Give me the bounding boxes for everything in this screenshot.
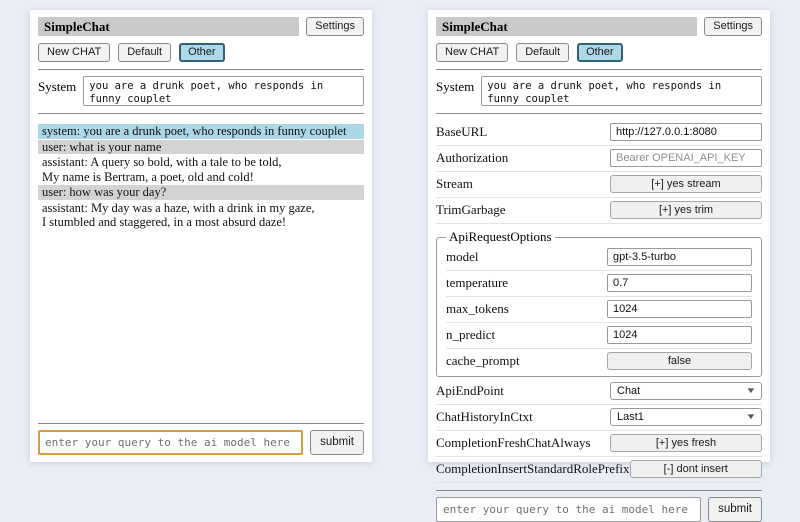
trimgarbage-toggle-button[interactable]: [+] yes trim bbox=[610, 201, 762, 219]
query-row: submit bbox=[38, 430, 364, 455]
divider bbox=[436, 113, 762, 114]
completion-fresh-toggle-button[interactable]: [+] yes fresh bbox=[610, 434, 762, 452]
session-toolbar: New CHAT Default Other bbox=[38, 43, 364, 62]
titlebar: SimpleChat Settings bbox=[38, 17, 364, 36]
session-toolbar: New CHAT Default Other bbox=[436, 43, 762, 62]
chevron-down-icon: ▼ bbox=[745, 412, 756, 422]
setting-row-completion-insert: CompletionInsertStandardRolePrefix [-] d… bbox=[436, 457, 762, 483]
n-predict-input[interactable] bbox=[607, 326, 752, 344]
temperature-input[interactable] bbox=[607, 274, 752, 292]
api-endpoint-selected-value: Chat bbox=[617, 385, 640, 397]
session-button-default[interactable]: Default bbox=[118, 43, 171, 62]
app-title: SimpleChat bbox=[38, 17, 299, 36]
chat-message-assistant: assistant: My day was a haze, with a dri… bbox=[38, 201, 364, 230]
chat-message-assistant: assistant: A query so bold, with a tale … bbox=[38, 155, 364, 184]
cache-prompt-label: cache_prompt bbox=[446, 353, 520, 369]
authorization-label: Authorization bbox=[436, 150, 508, 166]
chevron-down-icon: ▼ bbox=[745, 386, 756, 396]
new-chat-button[interactable]: New CHAT bbox=[38, 43, 110, 62]
setting-row-api-endpoint: ApiEndPoint Chat ▼ bbox=[436, 379, 762, 405]
setting-row-n-predict: n_predict bbox=[446, 323, 752, 349]
settings-button[interactable]: Settings bbox=[704, 17, 762, 36]
api-endpoint-select[interactable]: Chat ▼ bbox=[610, 382, 762, 400]
empty-space bbox=[38, 231, 364, 417]
cache-prompt-toggle-button[interactable]: false bbox=[607, 352, 752, 370]
setting-row-baseurl: BaseURL bbox=[436, 120, 762, 146]
api-request-options-legend: ApiRequestOptions bbox=[446, 229, 555, 245]
query-input[interactable] bbox=[38, 430, 303, 455]
system-prompt-row: System you are a drunk poet, who respond… bbox=[38, 76, 364, 106]
setting-row-trimgarbage: TrimGarbage [+] yes trim bbox=[436, 198, 762, 224]
chat-panel: SimpleChat Settings New CHAT Default Oth… bbox=[30, 10, 372, 462]
settings-panel: SimpleChat Settings New CHAT Default Oth… bbox=[428, 10, 770, 462]
chat-message-user: user: what is your name bbox=[38, 140, 364, 155]
setting-row-max-tokens: max_tokens bbox=[446, 297, 752, 323]
baseurl-input[interactable] bbox=[610, 123, 762, 141]
completion-fresh-label: CompletionFreshChatAlways bbox=[436, 435, 591, 451]
divider bbox=[436, 490, 762, 491]
divider bbox=[38, 113, 364, 114]
authorization-input[interactable] bbox=[610, 149, 762, 167]
system-label: System bbox=[436, 76, 474, 95]
setting-row-model: model bbox=[446, 245, 752, 271]
system-label: System bbox=[38, 76, 76, 95]
chat-history-select[interactable]: Last1 ▼ bbox=[610, 408, 762, 426]
divider bbox=[38, 423, 364, 424]
setting-row-stream: Stream [+] yes stream bbox=[436, 172, 762, 198]
system-prompt-textarea[interactable]: you are a drunk poet, who responds in fu… bbox=[481, 76, 762, 106]
submit-button[interactable]: submit bbox=[310, 430, 364, 455]
session-button-other[interactable]: Other bbox=[577, 43, 623, 62]
chat-message-system: system: you are a drunk poet, who respon… bbox=[38, 124, 364, 139]
system-prompt-textarea[interactable]: you are a drunk poet, who responds in fu… bbox=[83, 76, 364, 106]
model-label: model bbox=[446, 249, 479, 265]
setting-row-temperature: temperature bbox=[446, 271, 752, 297]
max-tokens-input[interactable] bbox=[607, 300, 752, 318]
baseurl-label: BaseURL bbox=[436, 124, 487, 140]
titlebar: SimpleChat Settings bbox=[436, 17, 762, 36]
settings-button[interactable]: Settings bbox=[306, 17, 364, 36]
chat-message-user: user: how was your day? bbox=[38, 185, 364, 200]
new-chat-button[interactable]: New CHAT bbox=[436, 43, 508, 62]
query-row: submit bbox=[436, 497, 762, 522]
completion-insert-toggle-button[interactable]: [-] dont insert bbox=[630, 460, 762, 478]
chat-message-list: system: you are a drunk poet, who respon… bbox=[38, 124, 364, 231]
submit-button[interactable]: submit bbox=[708, 497, 762, 522]
query-input[interactable] bbox=[436, 497, 701, 522]
temperature-label: temperature bbox=[446, 275, 508, 291]
stream-label: Stream bbox=[436, 176, 473, 192]
api-endpoint-label: ApiEndPoint bbox=[436, 383, 504, 399]
setting-row-chat-history: ChatHistoryInCtxt Last1 ▼ bbox=[436, 405, 762, 431]
setting-row-cache-prompt: cache_prompt false bbox=[446, 349, 752, 374]
trimgarbage-label: TrimGarbage bbox=[436, 202, 506, 218]
app-title: SimpleChat bbox=[436, 17, 697, 36]
n-predict-label: n_predict bbox=[446, 327, 495, 343]
completion-insert-label: CompletionInsertStandardRolePrefix bbox=[436, 461, 630, 477]
divider bbox=[38, 69, 364, 70]
chat-history-selected-value: Last1 bbox=[617, 411, 644, 423]
max-tokens-label: max_tokens bbox=[446, 301, 509, 317]
system-prompt-row: System you are a drunk poet, who respond… bbox=[436, 76, 762, 106]
divider bbox=[436, 69, 762, 70]
session-button-other[interactable]: Other bbox=[179, 43, 225, 62]
chat-history-label: ChatHistoryInCtxt bbox=[436, 409, 533, 425]
setting-row-authorization: Authorization bbox=[436, 146, 762, 172]
stream-toggle-button[interactable]: [+] yes stream bbox=[610, 175, 762, 193]
model-input[interactable] bbox=[607, 248, 752, 266]
session-button-default[interactable]: Default bbox=[516, 43, 569, 62]
setting-row-completion-fresh: CompletionFreshChatAlways [+] yes fresh bbox=[436, 431, 762, 457]
api-request-options-fieldset: ApiRequestOptions model temperature max_… bbox=[436, 229, 762, 377]
